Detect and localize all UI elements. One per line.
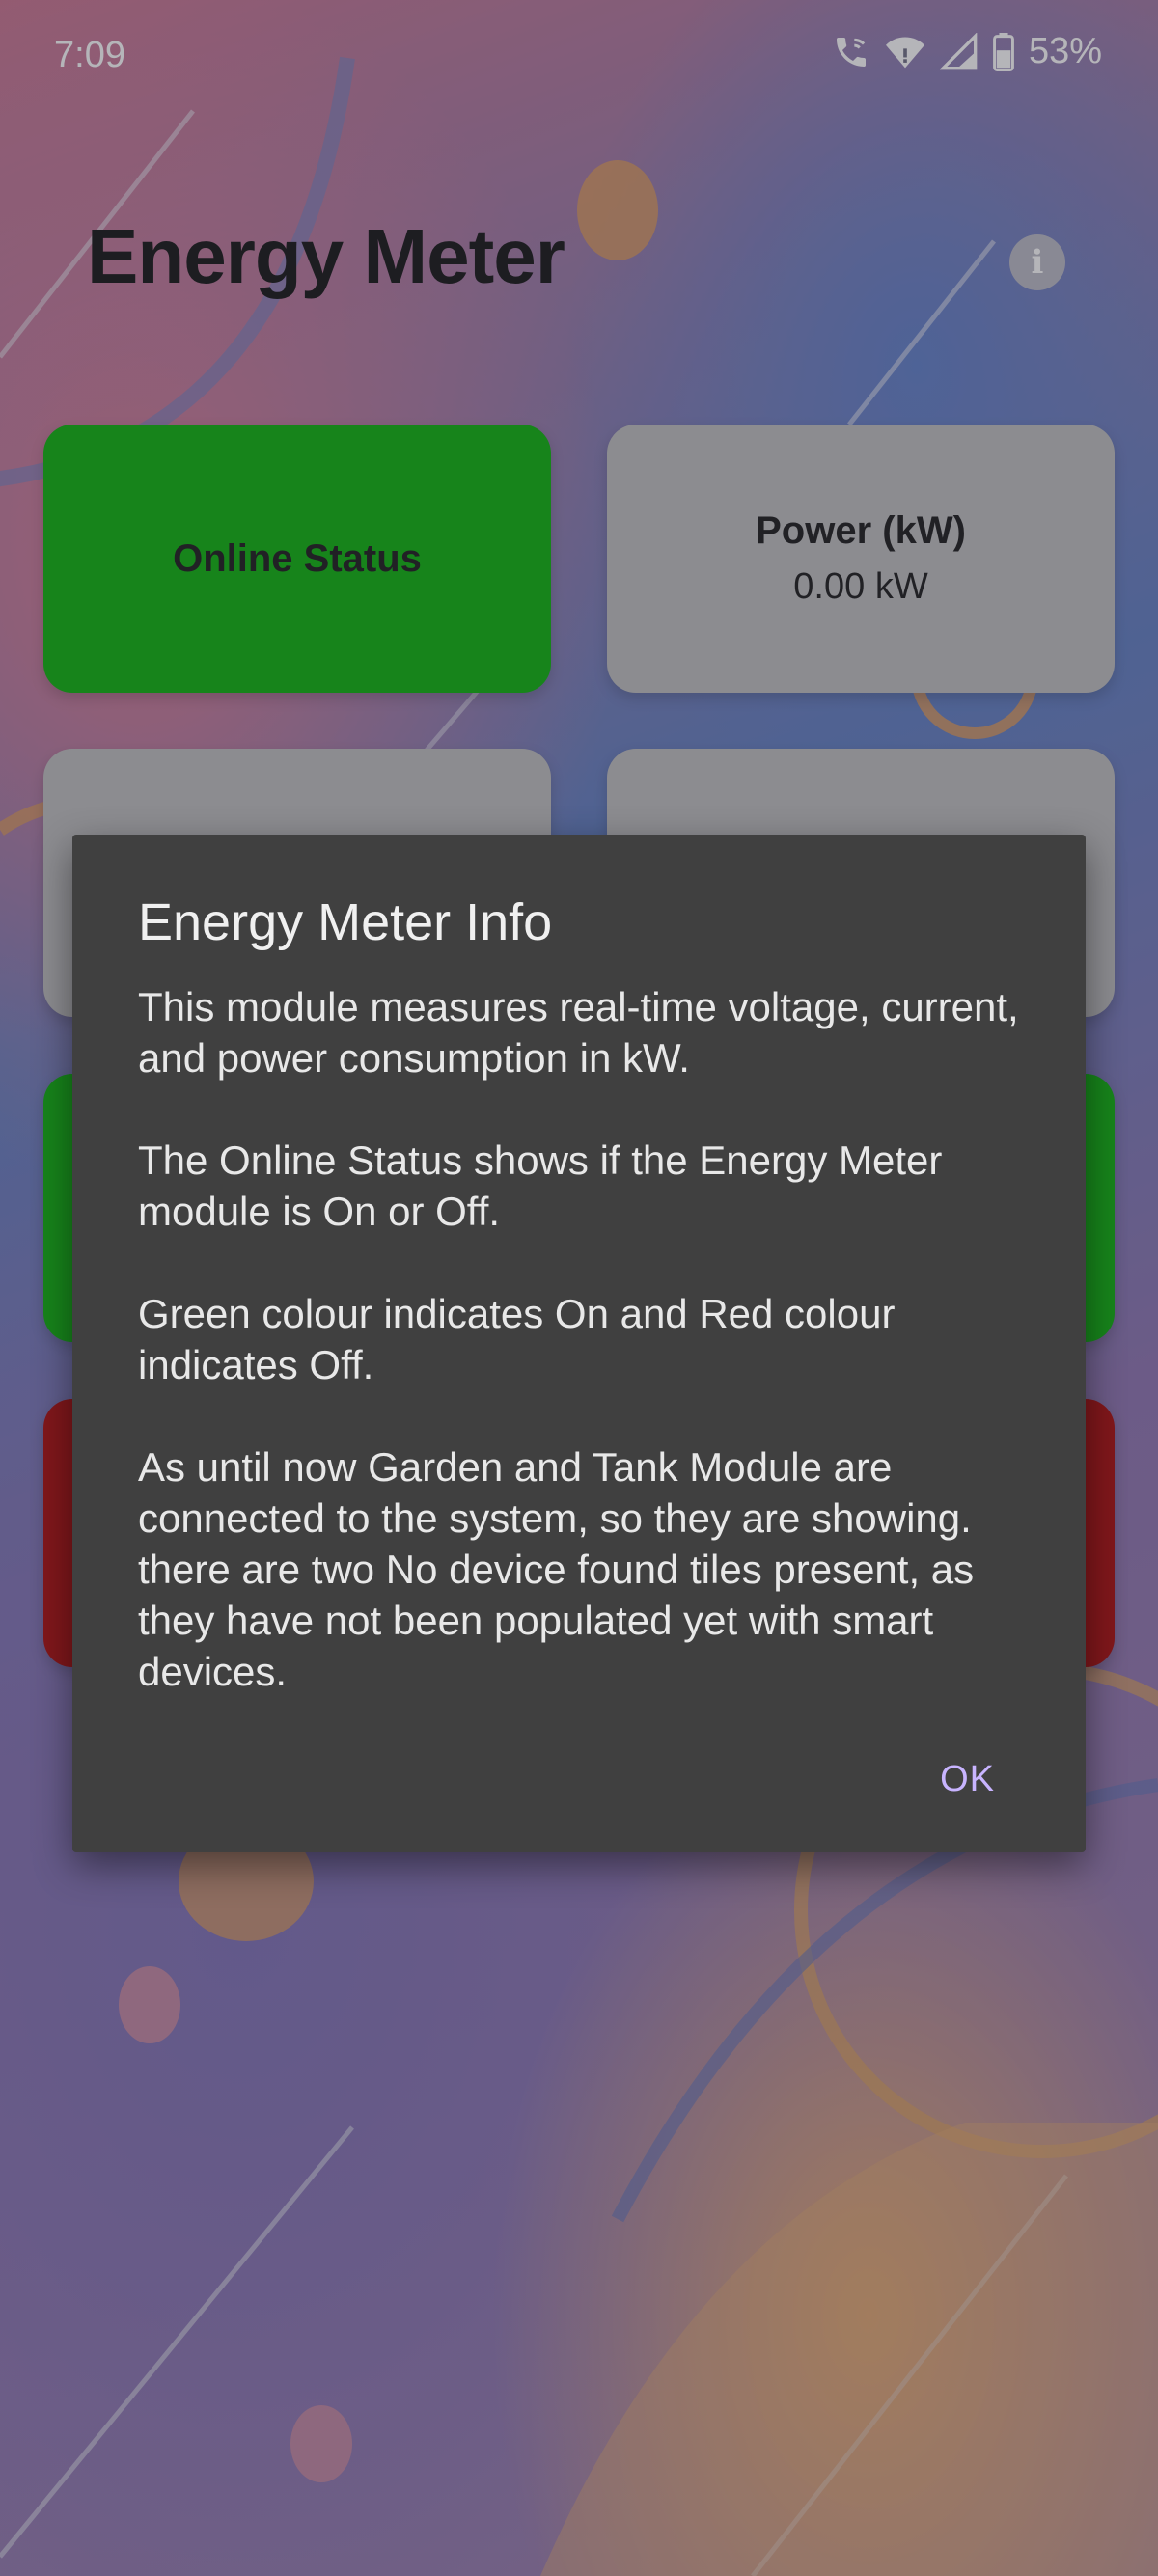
dialog-paragraph: The Online Status shows if the Energy Me…	[138, 1137, 943, 1234]
dialog-message: This module measures real-time voltage, …	[138, 981, 1020, 1697]
dialog-paragraph: Green colour indicates On and Red colour…	[138, 1291, 896, 1387]
dialog-paragraph: This module measures real-time voltage, …	[138, 984, 1019, 1081]
ok-button[interactable]: OK	[940, 1759, 995, 1800]
dialog-title: Energy Meter Info	[138, 893, 553, 951]
dialog-paragraph: As until now Garden and Tank Module are …	[138, 1444, 975, 1694]
info-dialog: Energy Meter Info This module measures r…	[72, 835, 1086, 1852]
app-screen: 7:09 53% Energy Meter i Online Status Po…	[0, 0, 1158, 2576]
